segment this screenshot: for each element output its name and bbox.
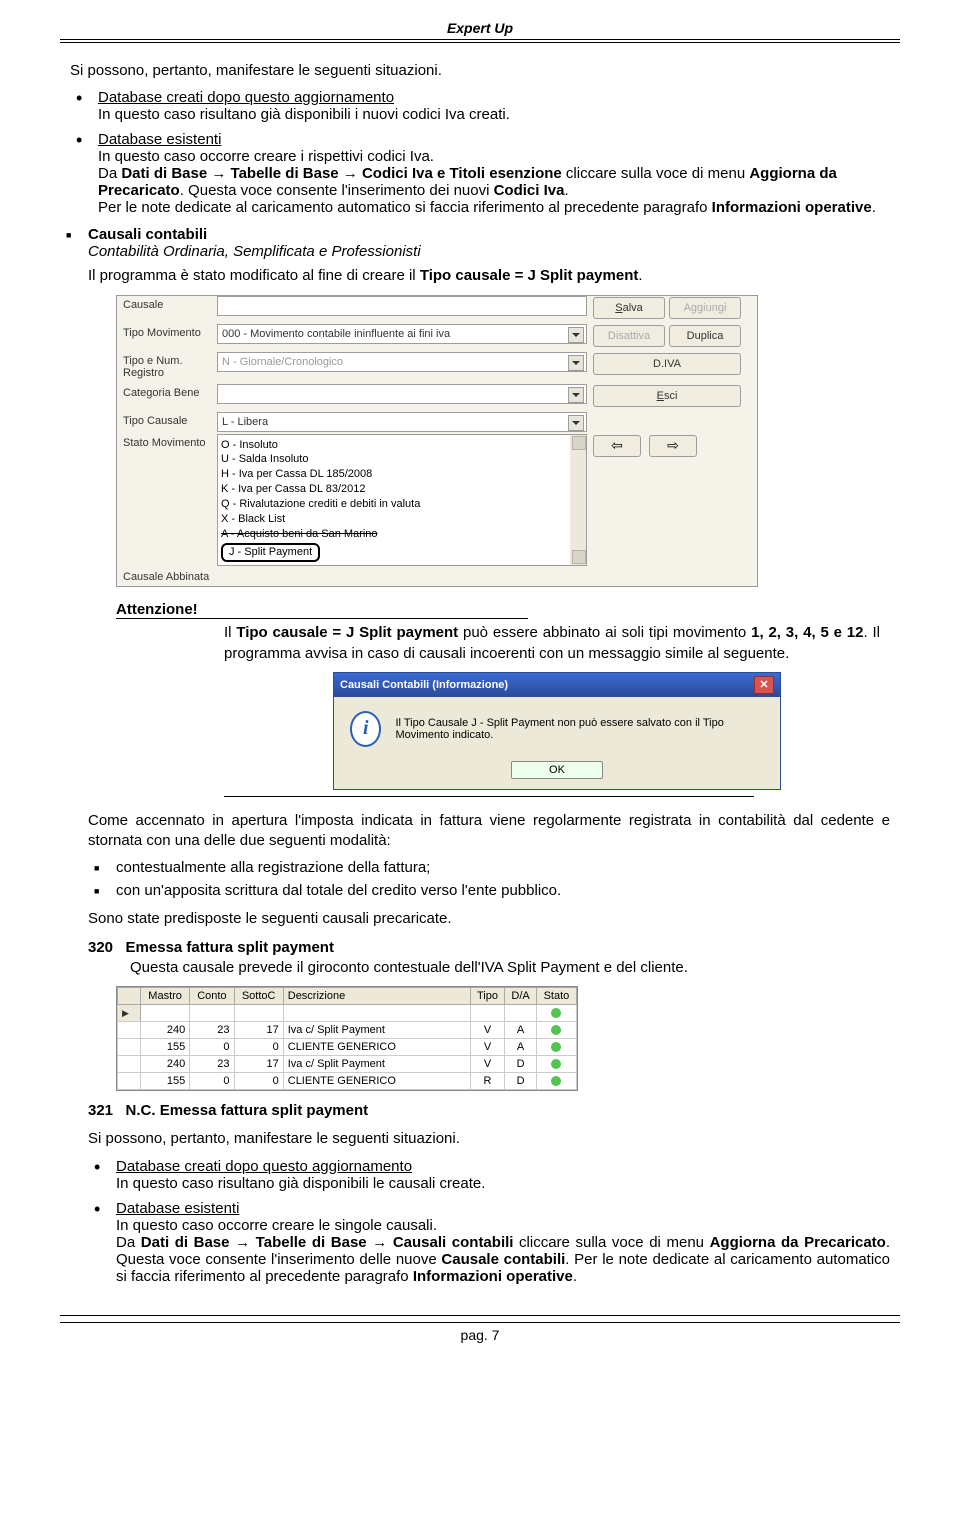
scrollbar[interactable] [570, 435, 586, 566]
attenzione-body: Il Tipo causale = J Split payment può es… [224, 623, 880, 664]
db-created-title: Database creati dopo questo aggiornament… [98, 89, 394, 106]
bullet-db-created: Database creati dopo questo aggiornament… [98, 89, 890, 123]
grid-row[interactable]: 41011 Vendite prodotti finiti e merci it… [118, 1005, 577, 1022]
info-icon: i [350, 711, 381, 747]
li-contestuale: contestualmente alla registrazione della… [116, 859, 890, 876]
lbl-tipocaus: Tipo Causale [117, 412, 217, 432]
bullet-c321-existing: Database esistenti In questo caso occorr… [116, 1200, 890, 1285]
page-header: Expert Up [60, 20, 900, 43]
post-dialog-p1: Come accennato in apertura l'imposta ind… [88, 811, 890, 852]
dialog-msg: Il Tipo Causale J - Split Payment non pu… [395, 717, 764, 741]
close-icon[interactable]: ✕ [754, 676, 774, 694]
c321-title: N.C. Emessa fattura split payment [126, 1102, 369, 1119]
bullet-c321-created: Database creati dopo questo aggiornament… [116, 1158, 890, 1192]
inp-tiporeg: N - Giornale/Cronologico [217, 352, 587, 372]
status-dot-icon [551, 1025, 561, 1035]
c321-num: 321 [88, 1102, 113, 1119]
status-dot-icon [551, 1042, 561, 1052]
lbl-causabb: Causale Abbinata [117, 568, 217, 586]
btn-prev[interactable]: ⇦ [593, 435, 641, 457]
grid-table: Mastro Conto SottoC Descrizione Tipo D/A… [117, 987, 577, 1090]
lbl-tipomov: Tipo Movimento [117, 324, 217, 350]
inp-tipocaus[interactable]: L - Libera [217, 412, 587, 432]
screenshot-dialog: Causali Contabili (Informazione) ✕ i Il … [333, 672, 781, 790]
header-title: Expert Up [447, 20, 513, 36]
grid-row[interactable]: 15500 CLIENTE GENERICOVA [118, 1039, 577, 1056]
c320-num: 320 [88, 939, 113, 956]
status-dot-icon [551, 1059, 561, 1069]
db-created-body: In questo caso risultano già disponibili… [98, 106, 510, 123]
inp-causale[interactable] [217, 296, 587, 316]
dialog-title: Causali Contabili (Informazione) [340, 679, 508, 691]
content: Si possono, pertanto, manifestare le seg… [60, 61, 900, 1285]
c320-title: Emessa fattura split payment [126, 939, 334, 956]
dropdown-tipocaus[interactable]: O - Insoluto U - Salda Insoluto H - Iva … [217, 434, 587, 567]
c321-intro: Si possono, pertanto, manifestare le seg… [88, 1129, 890, 1149]
btn-esci[interactable]: Esci [593, 385, 741, 407]
row-marker-icon [118, 1005, 141, 1022]
status-dot-icon [551, 1008, 561, 1018]
screenshot-grid: Mastro Conto SottoC Descrizione Tipo D/A… [116, 986, 578, 1091]
grid-row[interactable]: 15500 CLIENTE GENERICORD [118, 1073, 577, 1090]
screenshot-form: Causale SSalvaalva Aggiungi Tipo Movimen… [116, 295, 758, 588]
db-existing-title: Database esistenti [98, 131, 221, 148]
btn-ok[interactable]: OK [511, 761, 603, 779]
page-number: pag. 7 [461, 1327, 500, 1343]
bullet-db-existing: Database esistenti In questo caso occorr… [98, 131, 890, 216]
li-scrittura: con un'apposita scrittura dal totale del… [116, 882, 890, 899]
causali-title: Causali contabili [88, 226, 207, 243]
section-causali: Causali contabili Contabilità Ordinaria,… [88, 226, 890, 1284]
btn-salva[interactable]: SSalvaalva [593, 297, 665, 319]
lbl-tiporeg: Tipo e Num. Registro [117, 352, 217, 382]
status-dot-icon [551, 1076, 561, 1086]
lbl-statomov: Stato Movimento [117, 434, 217, 567]
inp-catbene[interactable] [217, 384, 587, 404]
post-dialog-p2: Sono state predisposte le seguenti causa… [88, 909, 890, 929]
grid-row[interactable]: 2402317 Iva c/ Split PaymentVA [118, 1022, 577, 1039]
opt-split-payment[interactable]: J - Split Payment [221, 543, 320, 562]
grid-header-row: Mastro Conto SottoC Descrizione Tipo D/A… [118, 988, 577, 1005]
btn-aggiungi: Aggiungi [669, 297, 741, 319]
db-existing-l1: In questo caso occorre creare i rispetti… [98, 148, 434, 165]
btn-next[interactable]: ⇨ [649, 435, 697, 457]
btn-disattiva: Disattiva [593, 325, 665, 347]
page-footer: pag. 7 [60, 1315, 900, 1343]
lbl-catbene: Categoria Bene [117, 384, 217, 410]
btn-duplica[interactable]: Duplica [669, 325, 741, 347]
dialog-titlebar[interactable]: Causali Contabili (Informazione) ✕ [334, 673, 780, 697]
causali-sub: Contabilità Ordinaria, Semplificata e Pr… [88, 243, 421, 260]
grid-row[interactable]: 2402317 Iva c/ Split PaymentVD [118, 1056, 577, 1073]
btn-diva[interactable]: D.IVA [593, 353, 741, 375]
attenzione-label: Attenzione! [116, 601, 528, 619]
inp-tipomov[interactable]: 000 - Movimento contabile ininfluente ai… [217, 324, 587, 344]
lbl-causale: Causale [117, 296, 217, 322]
c320-body: Questa causale prevede il giroconto cont… [130, 958, 688, 978]
intro: Si possono, pertanto, manifestare le seg… [70, 61, 890, 81]
